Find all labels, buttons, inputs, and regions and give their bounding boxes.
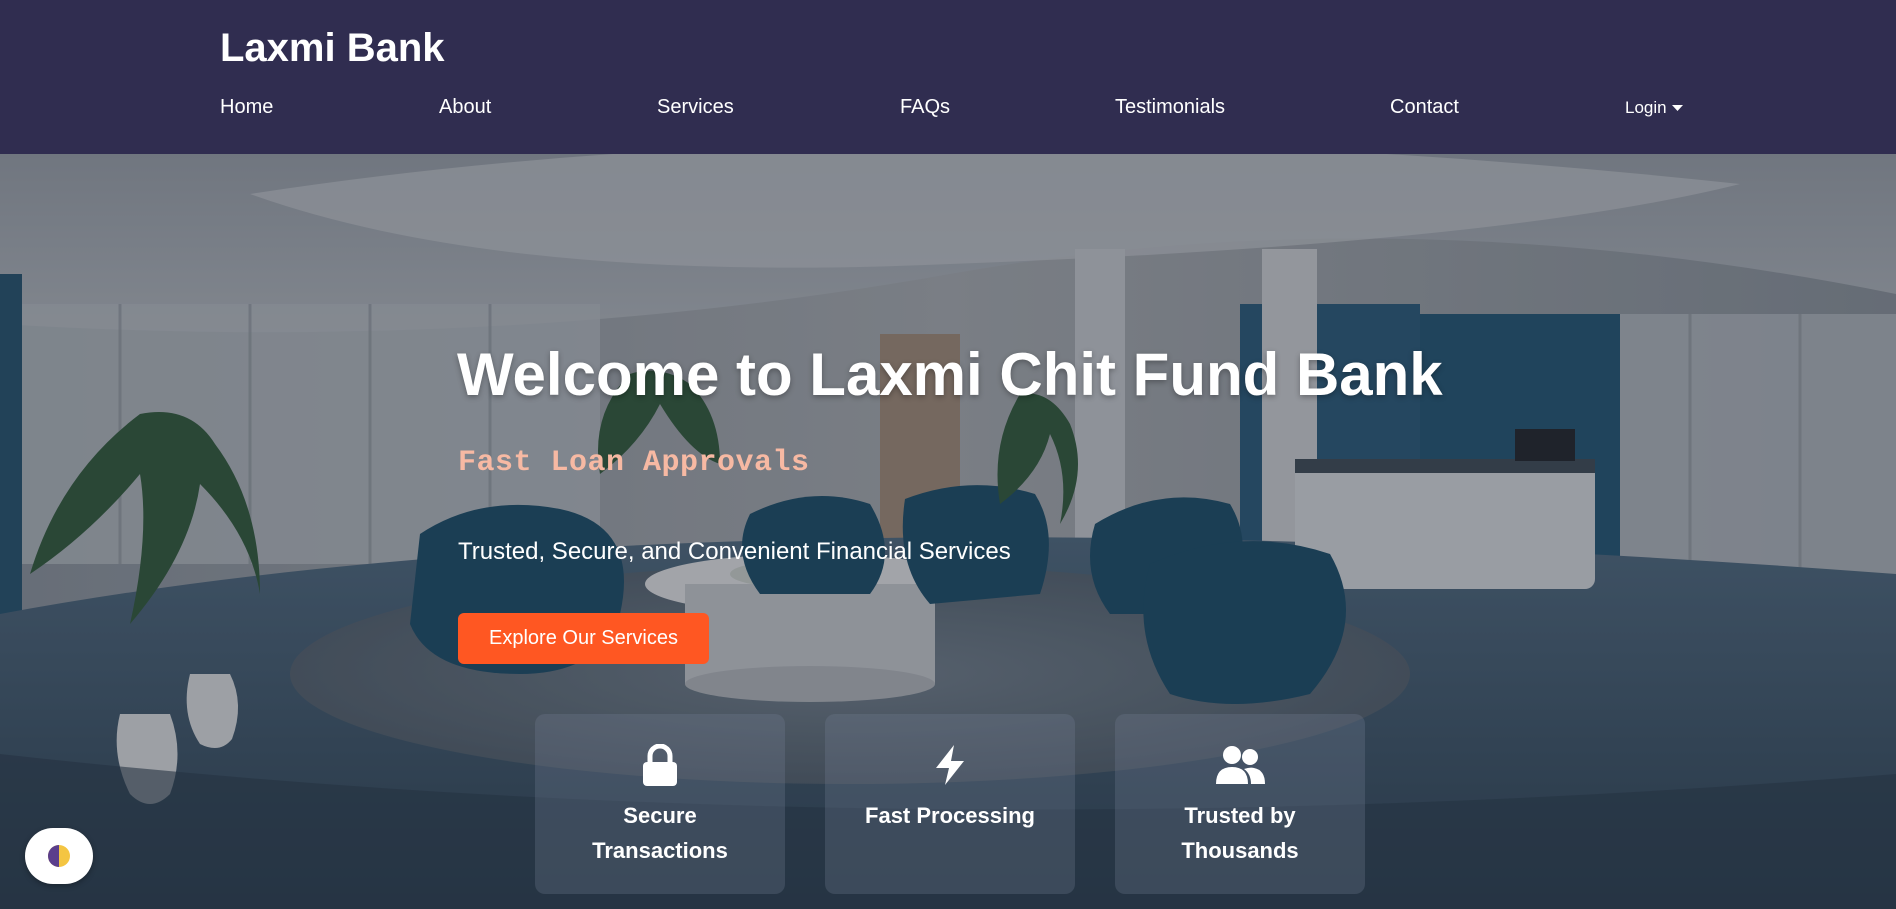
feature-label-fast: Fast Processing <box>865 803 1035 828</box>
feature-card-secure: Secure Transactions <box>535 714 785 894</box>
explore-services-button[interactable]: Explore Our Services <box>458 613 709 664</box>
hero-tagline: Fast Loan Approvals <box>458 446 810 480</box>
hero-section: Welcome to Laxmi Chit Fund Bank Fast Loa… <box>0 154 1896 909</box>
nav-links: Home About Services FAQs Testimonials Co… <box>220 96 1683 126</box>
hero-subtitle: Trusted, Secure, and Convenient Financia… <box>458 538 1011 565</box>
feature-label-secure: Secure Transactions <box>592 803 728 863</box>
feature-card-fast: Fast Processing <box>825 714 1075 894</box>
users-icon <box>1214 744 1266 786</box>
hero-title: Welcome to Laxmi Chit Fund Bank <box>457 341 1443 408</box>
feature-card-trusted: Trusted by Thousands <box>1115 714 1365 894</box>
lock-icon <box>641 744 679 786</box>
nav-link-faqs[interactable]: FAQs <box>900 96 950 119</box>
caret-down-icon <box>1671 105 1683 111</box>
nav-link-testimonials[interactable]: Testimonials <box>1115 96 1225 119</box>
nav-link-home[interactable]: Home <box>220 96 273 119</box>
half-moon-icon <box>48 845 70 867</box>
nav-link-services[interactable]: Services <box>657 96 734 119</box>
nav-link-contact[interactable]: Contact <box>1390 96 1459 119</box>
login-label: Login <box>1625 98 1667 117</box>
login-dropdown[interactable]: Login <box>1625 98 1683 118</box>
bolt-icon <box>933 744 967 786</box>
nav-link-about[interactable]: About <box>439 96 491 119</box>
navbar: Laxmi Bank Home About Services FAQs Test… <box>0 0 1896 154</box>
theme-toggle-button[interactable] <box>25 828 93 884</box>
brand-logo[interactable]: Laxmi Bank <box>220 26 445 71</box>
feature-label-trusted: Trusted by Thousands <box>1181 803 1299 863</box>
